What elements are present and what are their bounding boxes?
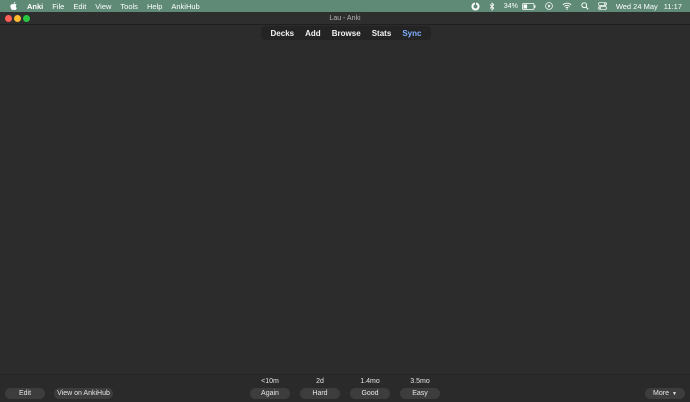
hard-interval: 2d — [316, 378, 324, 385]
hard-button[interactable]: Hard — [300, 388, 340, 399]
good-button[interactable]: Good — [350, 388, 390, 399]
more-button-label: More — [653, 390, 669, 397]
review-bottom-bar: Edit View on AnkiHub <10m Again 2d Hard … — [0, 374, 690, 402]
bluetooth-icon[interactable] — [489, 1, 495, 11]
screen: Anki File Edit View Tools Help AnkiHub 3… — [0, 0, 690, 402]
battery-percentage: 34% — [503, 2, 518, 10]
window-title-bar: Lau - Anki — [0, 12, 690, 25]
control-center-icon[interactable] — [597, 2, 607, 10]
edit-button[interactable]: Edit — [5, 388, 45, 399]
menu-bar-date[interactable]: Wed 24 May — [616, 2, 658, 11]
menu-help[interactable]: Help — [147, 2, 162, 11]
main-toolbar: Decks Add Browse Stats Sync — [261, 26, 431, 40]
menu-tools[interactable]: Tools — [120, 2, 138, 11]
play-icon[interactable] — [545, 2, 553, 10]
menu-ankihub[interactable]: AnkiHub — [171, 2, 199, 11]
menu-bar: Anki File Edit View Tools Help AnkiHub 3… — [0, 0, 690, 12]
toolbar-stats[interactable]: Stats — [372, 29, 392, 38]
more-button[interactable]: More ▼ — [645, 388, 685, 399]
easy-button[interactable]: Easy — [400, 388, 440, 399]
menu-view[interactable]: View — [95, 2, 111, 11]
toolbar-add[interactable]: Add — [305, 29, 321, 38]
menu-file[interactable]: File — [52, 2, 64, 11]
focus-mode-icon[interactable] — [471, 1, 480, 11]
again-button[interactable]: Again — [250, 388, 290, 399]
wifi-icon[interactable] — [562, 2, 572, 10]
chevron-down-icon: ▼ — [672, 390, 677, 397]
easy-interval: 3.5mo — [410, 378, 430, 385]
toolbar-browse[interactable]: Browse — [332, 29, 361, 38]
minimize-window-button[interactable] — [14, 15, 21, 22]
card-content-area — [0, 40, 690, 378]
search-icon[interactable] — [581, 2, 589, 10]
battery-icon[interactable] — [521, 2, 536, 10]
close-window-button[interactable] — [5, 15, 12, 22]
menu-bar-time[interactable]: 11:17 — [664, 2, 682, 11]
menu-bar-status-area: 34% Wed 24 May 11:17 — [471, 0, 690, 12]
again-interval: <10m — [261, 378, 279, 385]
toolbar-decks[interactable]: Decks — [271, 29, 295, 38]
good-interval: 1.4mo — [360, 378, 380, 385]
view-on-ankihub-button[interactable]: View on AnkiHub — [54, 388, 113, 399]
toolbar-sync[interactable]: Sync — [402, 29, 421, 38]
menu-app-anki[interactable]: Anki — [27, 2, 43, 11]
fullscreen-window-button[interactable] — [23, 15, 30, 22]
apple-icon[interactable] — [9, 2, 17, 11]
menu-edit[interactable]: Edit — [73, 2, 86, 11]
window-title: Lau - Anki — [329, 15, 361, 22]
